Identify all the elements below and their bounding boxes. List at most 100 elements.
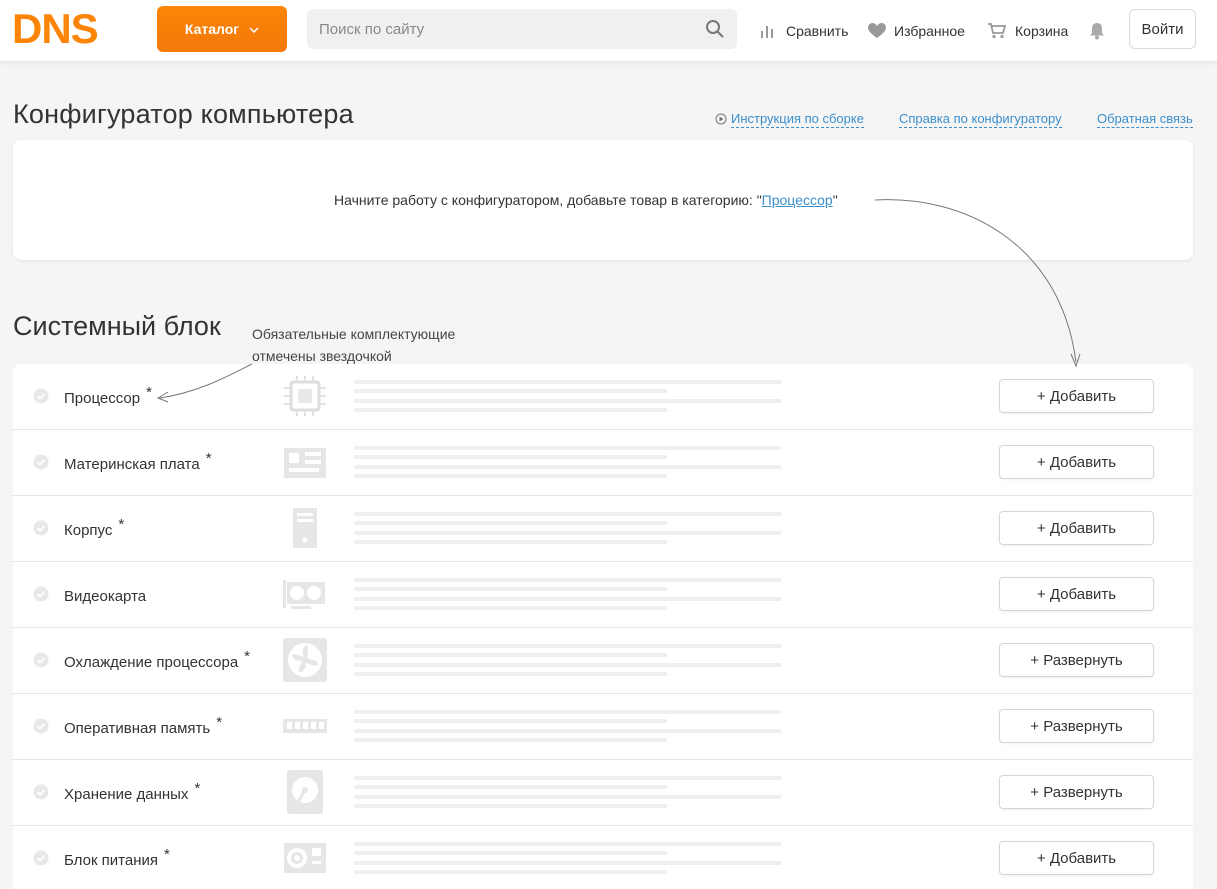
component-row: Блок питания * + Добавить: [13, 826, 1193, 889]
component-label: Видеокарта: [64, 588, 147, 605]
case-icon: [281, 506, 329, 550]
placeholder-line: [354, 785, 667, 789]
section-title: Системный блок: [13, 311, 221, 341]
placeholder-line: [354, 540, 667, 544]
placeholder-line: [354, 804, 667, 808]
hint-card: Начните работу с конфигуратором, добавьт…: [13, 140, 1193, 260]
placeholder-line: [354, 710, 781, 714]
check-circle-icon: [33, 388, 49, 404]
required-star: *: [164, 846, 170, 863]
placeholder-line: [354, 578, 781, 582]
cart-label: Корзина: [1015, 23, 1069, 39]
svg-text:DNS: DNS: [12, 10, 98, 48]
check-circle-icon: [33, 850, 49, 866]
favorites-label: Избранное: [894, 23, 965, 39]
placeholder-line: [354, 672, 667, 676]
search-icon[interactable]: [705, 19, 725, 39]
component-row: Хранение данных * + Развернуть: [13, 760, 1193, 826]
required-note: Обязательные комплектующие отмечены звез…: [252, 326, 456, 364]
search-box: [307, 9, 737, 49]
placeholder-line: [354, 738, 667, 742]
required-star: *: [118, 516, 125, 533]
motherboard-icon: [281, 440, 329, 484]
component-label: Охлаждение процессора *: [64, 648, 251, 671]
hdd-icon: [281, 770, 329, 814]
hint-text: Начните работу с конфигуратором, добавьт…: [334, 192, 838, 208]
placeholder-line: [354, 861, 781, 865]
component-label: Блок питания *: [64, 846, 170, 869]
add-component-button[interactable]: + Развернуть: [999, 643, 1154, 677]
component-label: Процессор *: [64, 384, 152, 407]
favorites-link[interactable]: Избранное: [868, 20, 965, 42]
cart-link[interactable]: Корзина: [988, 20, 1068, 42]
add-component-button[interactable]: + Добавить: [999, 379, 1154, 413]
add-component-button[interactable]: + Развернуть: [999, 709, 1154, 743]
placeholder-line: [354, 663, 781, 667]
placeholder-line: [354, 653, 667, 657]
add-component-button[interactable]: + Развернуть: [999, 775, 1154, 809]
help-link[interactable]: Справка по конфигуратору: [899, 111, 1062, 128]
page-title: Конфигуратор компьютера: [13, 99, 354, 129]
component-row: Корпус * + Добавить: [13, 496, 1193, 562]
cpu-icon: [281, 374, 329, 418]
required-star: *: [244, 648, 251, 665]
dns-logo[interactable]: DNS: [12, 10, 134, 48]
check-circle-icon: [33, 586, 49, 602]
placeholder-line: [354, 729, 781, 733]
add-component-button[interactable]: + Добавить: [999, 577, 1154, 611]
placeholder-line: [354, 380, 781, 384]
placeholder-line: [354, 446, 781, 450]
placeholder-line: [354, 795, 781, 799]
compare-icon: [761, 26, 773, 38]
add-component-button[interactable]: + Добавить: [999, 511, 1154, 545]
feedback-link[interactable]: Обратная связь: [1097, 111, 1193, 128]
add-component-button[interactable]: + Добавить: [999, 445, 1154, 479]
placeholder-line: [354, 870, 667, 874]
psu-icon: [281, 836, 329, 880]
check-circle-icon: [33, 784, 49, 800]
cart-icon: [988, 23, 1007, 39]
placeholder-line: [354, 399, 781, 403]
placeholder-line: [354, 587, 667, 591]
placeholder-line: [354, 606, 667, 610]
required-star: *: [194, 780, 201, 797]
ram-icon: [281, 704, 329, 748]
component-list: Процессор * + Добавить Материнская плата * + …: [13, 364, 1193, 889]
placeholder-line: [354, 521, 667, 525]
component-row: Материнская плата * + Добавить: [13, 430, 1193, 496]
instruction-link[interactable]: Инструкция по сборке: [731, 111, 864, 128]
component-label: Корпус *: [64, 516, 125, 539]
component-row: Оперативная память * + Развернуть: [13, 694, 1193, 760]
placeholder-line: [354, 531, 781, 535]
component-row: Охлаждение процессора * + Развернуть: [13, 628, 1193, 694]
catalog-button[interactable]: Каталог: [157, 6, 287, 52]
required-star: *: [205, 450, 212, 467]
placeholder-line: [354, 389, 667, 393]
placeholder-line: [354, 474, 667, 478]
placeholder-line: [354, 644, 781, 648]
placeholder-line: [354, 851, 667, 855]
heart-icon: [868, 23, 886, 38]
bell-icon[interactable]: [1089, 22, 1105, 40]
component-row: Процессор * + Добавить: [13, 364, 1193, 430]
required-star: *: [216, 714, 223, 731]
hint-category-link[interactable]: Процессор: [762, 192, 833, 208]
add-component-button[interactable]: + Добавить: [999, 841, 1154, 875]
search-input[interactable]: [307, 9, 737, 49]
compare-label: Сравнить: [786, 23, 849, 39]
check-circle-icon: [33, 652, 49, 668]
site-header: DNS Каталог Сравнить Избранное Корзина: [0, 0, 1217, 61]
required-star: *: [146, 384, 152, 401]
gpu-icon: [281, 572, 329, 616]
check-circle-icon: [33, 718, 49, 734]
chevron-down-icon: [249, 25, 259, 36]
component-label: Хранение данных *: [64, 780, 201, 803]
placeholder-line: [354, 776, 781, 780]
placeholder-line: [354, 465, 781, 469]
component-label: Оперативная память *: [64, 714, 223, 737]
compare-link[interactable]: Сравнить: [760, 20, 848, 42]
component-row: Видеокарта + Добавить: [13, 562, 1193, 628]
login-button[interactable]: Войти: [1129, 9, 1196, 49]
play-circle-icon: [715, 113, 727, 125]
placeholder-line: [354, 597, 781, 601]
